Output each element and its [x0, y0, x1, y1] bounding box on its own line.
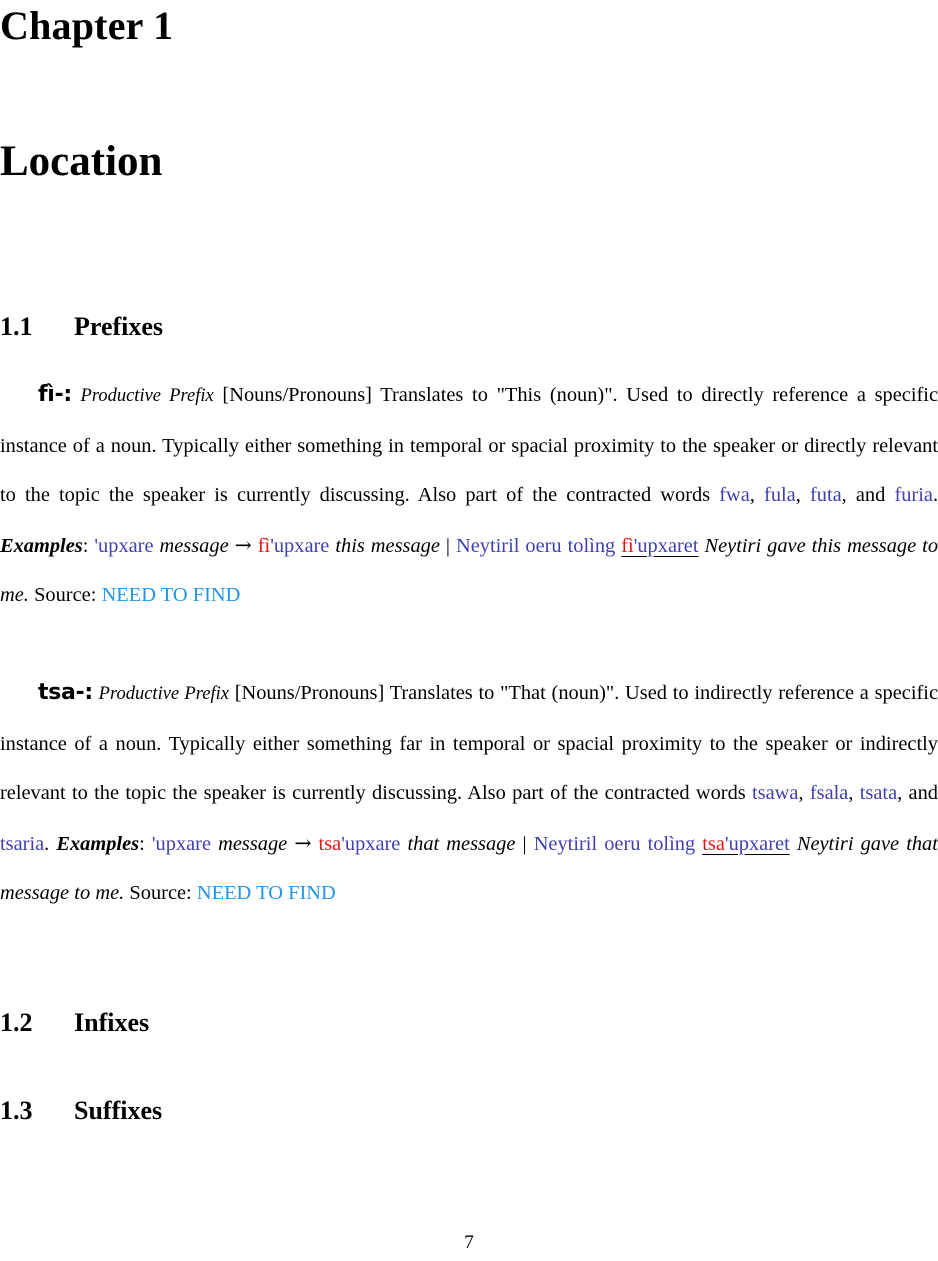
section-title: Suffixes: [74, 1096, 163, 1125]
comma: ,: [749, 484, 765, 507]
period: .: [932, 484, 938, 507]
comma: ,: [841, 484, 856, 507]
contracted-word-link[interactable]: futa: [810, 484, 842, 506]
morpheme-prefix: fì: [621, 534, 634, 557]
dictionary-entry-tsa: tsa-: Productive Prefix [Nouns/Pronouns]…: [0, 668, 938, 919]
example-base-gloss: message: [159, 534, 229, 557]
entry-part-of-speech: Productive Prefix: [80, 386, 214, 406]
comma: ,: [848, 782, 860, 805]
morpheme-stem: 'upxaret: [633, 534, 699, 557]
section-heading-suffixes: 1.3 Suffixes: [0, 1096, 162, 1126]
example-base-word: 'upxare: [151, 832, 212, 855]
section-number: 1.3: [0, 1096, 33, 1125]
colon: :: [82, 534, 89, 557]
contracted-word-link[interactable]: fsala: [810, 782, 849, 804]
entry-categories: [Nouns/Pronouns]: [234, 682, 385, 704]
entry-part-of-speech: Productive Prefix: [98, 684, 229, 704]
contracted-word-link[interactable]: fwa: [719, 484, 750, 506]
source-link[interactable]: NEED TO FIND: [197, 882, 336, 904]
section-title: Prefixes: [74, 312, 164, 341]
derivation-arrow: →: [294, 830, 312, 855]
example-base-gloss: message: [218, 832, 288, 855]
example-target-word: fì'upxaret: [621, 535, 698, 557]
contracted-word-link[interactable]: fula: [764, 484, 796, 506]
entry-headword: tsa-:: [38, 680, 93, 705]
morpheme-stem: 'upxaret: [724, 832, 790, 855]
contracted-word-link[interactable]: tsawa: [752, 782, 798, 804]
section-heading-infixes: 1.2 Infixes: [0, 1008, 149, 1038]
section-heading-prefixes: 1.1 Prefixes: [0, 312, 163, 342]
page-number: 7: [464, 1232, 474, 1253]
example-separator: |: [445, 534, 450, 557]
examples-label: Examples: [56, 832, 140, 855]
morpheme-prefix: tsa: [318, 832, 342, 855]
and-conjunction: and: [908, 782, 938, 805]
morpheme-stem: 'upxare: [270, 534, 330, 557]
chapter-header: Chapter 1: [0, 0, 173, 49]
example-base-word: 'upxare: [94, 534, 154, 557]
section-number: 1.1: [0, 312, 33, 341]
comma: ,: [795, 484, 810, 507]
comma: ,: [798, 782, 810, 805]
morpheme-stem: 'upxare: [341, 832, 401, 855]
entry-categories: [Nouns/Pronouns]: [222, 384, 372, 406]
entry-headword: fì-:: [38, 382, 72, 407]
and-conjunction: and: [855, 484, 895, 507]
examples-label: Examples: [0, 534, 83, 557]
chapter-title: Location: [0, 138, 163, 185]
example-derived-gloss: this message: [335, 534, 440, 557]
derivation-arrow: →: [234, 532, 252, 557]
morpheme-prefix: fì: [257, 534, 271, 557]
contracted-word-link[interactable]: tsaria: [0, 833, 44, 855]
contracted-word-link[interactable]: tsata: [860, 782, 897, 804]
source-label: Source:: [34, 584, 97, 607]
document-page: Chapter 1 Location 1.1 Prefixes fì-: Prod…: [0, 0, 938, 1261]
source-link[interactable]: NEED TO FIND: [102, 584, 241, 606]
section-title: Infixes: [74, 1008, 150, 1037]
section-number: 1.2: [0, 1008, 33, 1037]
source-label: Source:: [129, 882, 192, 905]
example-sentence: Neytiril oeru tolìng: [455, 534, 616, 557]
example-sentence: Neytiril oeru tolìng: [533, 832, 696, 855]
morpheme-prefix: tsa: [702, 832, 725, 855]
colon: :: [139, 832, 145, 855]
comma: ,: [897, 782, 909, 805]
chapter-number: Chapter 1: [0, 3, 174, 48]
example-derived-gloss: that message: [407, 832, 516, 855]
contracted-word-link[interactable]: furia: [894, 484, 933, 506]
example-target-word: tsa'upxaret: [702, 833, 789, 855]
example-separator: |: [522, 832, 527, 855]
period: .: [44, 832, 50, 855]
dictionary-entry-fi: fì-: Productive Prefix [Nouns/Pronouns] …: [0, 370, 938, 621]
